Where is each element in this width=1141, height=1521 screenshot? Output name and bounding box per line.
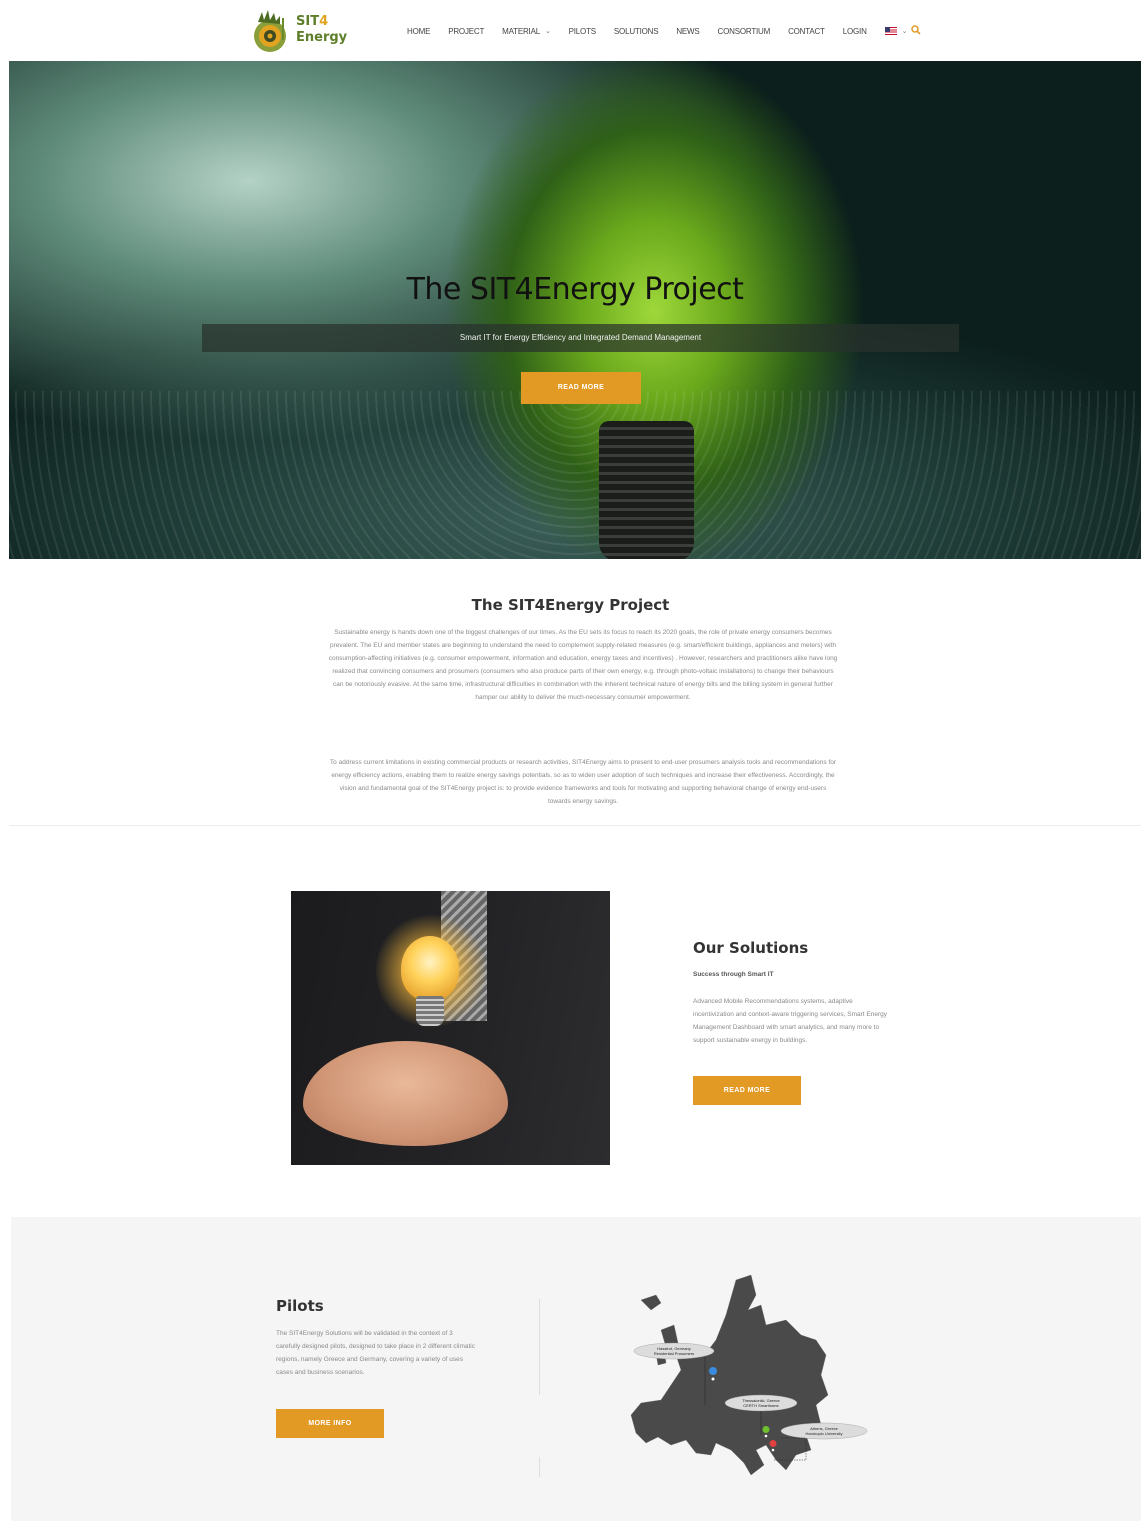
- site-logo[interactable]: SIT4 Energy: [250, 8, 350, 54]
- nav-pilots-label: PILOTS: [568, 26, 596, 36]
- section-divider: [9, 825, 1141, 826]
- logo-wordmark: SIT4 Energy: [296, 12, 347, 46]
- map-label-hassfurt: Hassfurt, Germany Residential Prosumers: [633, 1342, 715, 1360]
- map-label-hassfurt-line2: Residential Prosumers: [654, 1351, 694, 1356]
- nav-news-label: NEWS: [676, 26, 700, 36]
- hero-background-water: [9, 391, 1141, 559]
- pilots-vertical-divider: [539, 1299, 540, 1395]
- chevron-down-icon: ⌄: [901, 28, 908, 35]
- intro-paragraph-1: Sustainable energy is hands down one of …: [328, 629, 838, 701]
- light-bulb-icon: [401, 936, 459, 1001]
- us-flag-icon: [884, 27, 897, 35]
- pilots-more-info-button[interactable]: MORE INFO: [276, 1409, 384, 1438]
- logo-line1-number: 4: [319, 14, 329, 29]
- chevron-down-icon: ⌄: [544, 28, 551, 35]
- logo-line1: SIT: [296, 14, 320, 29]
- map-label-athens: Athens, Greece Harokopio University: [780, 1422, 868, 1440]
- pilots-section: Pilots The SIT4Energy Solutions will be …: [11, 1217, 1141, 1521]
- hero-banner: The SIT4Energy Project Smart IT for Ener…: [9, 61, 1141, 559]
- nav-solutions[interactable]: SOLUTIONS: [613, 26, 659, 36]
- site-header: SIT4 Energy HOME PROJECT MATERIAL ⌄ PILOT…: [0, 0, 1141, 60]
- nav-material[interactable]: MATERIAL ⌄: [502, 27, 551, 36]
- logo-icon: [254, 10, 286, 52]
- map-label-athens-line2: Harokopio University: [806, 1431, 843, 1436]
- nav-login-label: LOGIN: [842, 26, 867, 36]
- nav-contact[interactable]: CONTACT: [788, 27, 825, 36]
- main-nav: HOME PROJECT MATERIAL ⌄ PILOTS SOLUTIONS …: [407, 24, 925, 38]
- pilots-body: The SIT4Energy Solutions will be validat…: [276, 1330, 475, 1376]
- bulb-base-shape: [416, 996, 444, 1026]
- hero-read-more-button[interactable]: READ MORE: [521, 372, 641, 404]
- pilots-title: Pilots: [276, 1297, 324, 1315]
- nav-consortium[interactable]: CONSORTIUM: [718, 27, 771, 36]
- solutions-body: Advanced Mobile Recommendations systems,…: [693, 998, 888, 1044]
- nav-solutions-label: SOLUTIONS: [613, 26, 659, 36]
- pilots-vertical-divider: [539, 1457, 540, 1477]
- solutions-subtitle: Success through Smart IT: [693, 971, 774, 978]
- intro-title: The SIT4Energy Project: [471, 596, 670, 614]
- language-switcher[interactable]: ⌄: [884, 27, 908, 35]
- hero-subtitle-bar: Smart IT for Energy Efficiency and Integ…: [202, 324, 959, 352]
- map-label-thessaloniki-line2: CERTH Smarthome: [743, 1403, 779, 1408]
- europe-landmass: [630, 1275, 829, 1476]
- nav-login[interactable]: LOGIN: [843, 27, 867, 36]
- logo-line2: Energy: [296, 30, 348, 45]
- nav-home[interactable]: HOME: [407, 27, 430, 36]
- nav-project[interactable]: PROJECT: [448, 27, 484, 36]
- solutions-read-more-button[interactable]: READ MORE: [693, 1076, 801, 1105]
- intro-paragraph-2: To address current limitations in existi…: [329, 759, 837, 805]
- nav-home-label: HOME: [407, 26, 431, 36]
- map-label-thessaloniki: Thessaloniki, Greece CERTH Smarthome: [724, 1394, 798, 1412]
- nav-consortium-label: CONSORTIUM: [717, 26, 771, 36]
- hero-subtitle: Smart IT for Energy Efficiency and Integ…: [459, 333, 702, 342]
- nav-material-label: MATERIAL: [502, 26, 540, 36]
- solutions-title: Our Solutions: [693, 939, 809, 957]
- hero-title: The SIT4Energy Project: [406, 272, 744, 307]
- nav-pilots[interactable]: PILOTS: [569, 27, 596, 36]
- europe-map: Hassfurt, Germany Residential Prosumers …: [630, 1275, 868, 1476]
- nav-news[interactable]: NEWS: [676, 27, 699, 36]
- solutions-image: [291, 891, 610, 1165]
- nav-project-label: PROJECT: [448, 26, 485, 36]
- nav-contact-label: CONTACT: [788, 26, 825, 36]
- light-bulb-image: [599, 421, 694, 559]
- search-icon[interactable]: [911, 25, 921, 35]
